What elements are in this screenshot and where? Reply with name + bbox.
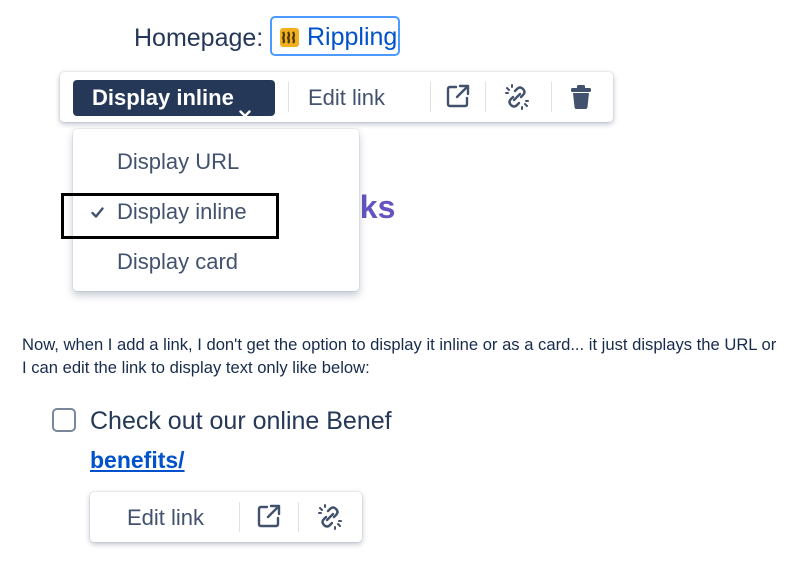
- menu-item-label: Display card: [117, 249, 239, 274]
- menu-item-display-card[interactable]: Display card: [73, 239, 359, 285]
- unlink-icon[interactable]: [503, 83, 531, 111]
- display-mode-dropdown[interactable]: Display inline: [73, 80, 275, 118]
- display-mode-label: Display inline: [92, 85, 234, 110]
- trash-icon[interactable]: [569, 84, 597, 112]
- task-checkbox[interactable]: [52, 408, 76, 432]
- task-text: Check out our online Benef: [90, 407, 392, 435]
- menu-item-display-url[interactable]: Display URL: [73, 139, 359, 185]
- link-toolbar-bottom: Edit link: [90, 492, 362, 542]
- rippling-link-text: Rippling: [307, 23, 398, 51]
- rippling-logo-icon: [280, 28, 299, 47]
- benefits-link[interactable]: benefits/: [90, 445, 185, 475]
- toolbar-divider: [485, 82, 486, 112]
- toolbar-divider: [288, 82, 289, 112]
- edit-link-button[interactable]: Edit link: [127, 500, 204, 536]
- menu-item-label: Display URL: [117, 149, 240, 174]
- open-external-icon[interactable]: [256, 503, 284, 531]
- open-external-icon[interactable]: [445, 83, 473, 111]
- description-paragraph: Now, when I add a link, I don't get the …: [22, 335, 777, 377]
- toolbar-divider: [239, 502, 240, 532]
- toolbar-divider: [430, 82, 431, 112]
- link-toolbar-top: Display inline Edit link: [60, 72, 613, 122]
- chevron-down-icon: [239, 93, 251, 129]
- homepage-label: Homepage:: [134, 24, 264, 52]
- toolbar-divider: [551, 82, 552, 112]
- unlink-icon[interactable]: [316, 503, 344, 531]
- toolbar-divider: [298, 502, 299, 532]
- edit-link-button[interactable]: Edit link: [308, 80, 385, 116]
- rippling-inline-link[interactable]: Rippling: [270, 16, 400, 56]
- annotation-highlight-box: [61, 193, 279, 239]
